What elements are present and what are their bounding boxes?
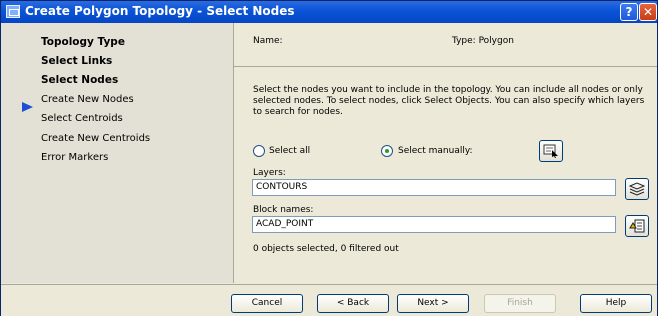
wizard-steps-sidebar: Topology Type Select Links Select Nodes … — [1, 23, 234, 283]
next-button[interactable]: Next > — [397, 294, 469, 313]
cancel-button[interactable]: Cancel — [231, 294, 303, 313]
block-browse-button[interactable] — [625, 215, 649, 237]
layers-input[interactable]: CONTOURS — [252, 179, 616, 196]
button-bar: Cancel < Back Next > Finish Help — [1, 284, 657, 316]
block-names-label: Block names: — [253, 205, 314, 215]
select-all-radio[interactable] — [253, 145, 265, 157]
header-band: Name: Type: Polygon — [234, 23, 657, 67]
block-names-input[interactable]: ACAD_POINT — [252, 216, 616, 233]
step-error-markers: Error Markers — [41, 152, 109, 163]
name-label: Name: — [253, 36, 283, 46]
step-select-nodes: Select Nodes — [41, 74, 119, 86]
title-bar[interactable]: Create Polygon Topology - Select Nodes ?… — [1, 1, 657, 23]
select-manually-radio[interactable] — [381, 145, 393, 157]
window-title: Create Polygon Topology - Select Nodes — [25, 4, 295, 18]
topology-app-icon — [6, 5, 20, 18]
step-select-links: Select Links — [41, 55, 113, 67]
current-step-arrow-icon — [22, 102, 33, 112]
step-create-new-centroids: Create New Centroids — [41, 133, 151, 144]
step-create-new-nodes: Create New Nodes — [41, 94, 134, 105]
block-browse-icon — [629, 219, 645, 233]
selection-status: 0 objects selected, 0 filtered out — [253, 244, 399, 254]
step-select-centroids: Select Centroids — [41, 113, 123, 124]
back-button[interactable]: < Back — [317, 294, 389, 313]
dialog-window: Create Polygon Topology - Select Nodes ?… — [0, 0, 658, 316]
close-button[interactable]: ✕ — [639, 3, 657, 21]
layers-browse-icon — [629, 182, 645, 196]
help-title-button[interactable]: ? — [620, 3, 638, 21]
select-manually-label[interactable]: Select manually: — [398, 146, 473, 156]
select-objects-button[interactable] — [539, 140, 563, 162]
layers-browse-button[interactable] — [625, 178, 649, 200]
main-panel: Name: Type: Polygon Select the nodes you… — [234, 23, 657, 283]
layers-label: Layers: — [253, 168, 286, 178]
finish-button[interactable]: Finish — [484, 294, 556, 313]
select-objects-icon — [543, 144, 558, 158]
type-label: Type: Polygon — [452, 36, 514, 46]
step-topology-type: Topology Type — [41, 36, 125, 48]
select-all-label[interactable]: Select all — [269, 146, 310, 156]
instructions-text: Select the nodes you want to include in … — [253, 85, 645, 117]
help-button[interactable]: Help — [580, 294, 652, 313]
